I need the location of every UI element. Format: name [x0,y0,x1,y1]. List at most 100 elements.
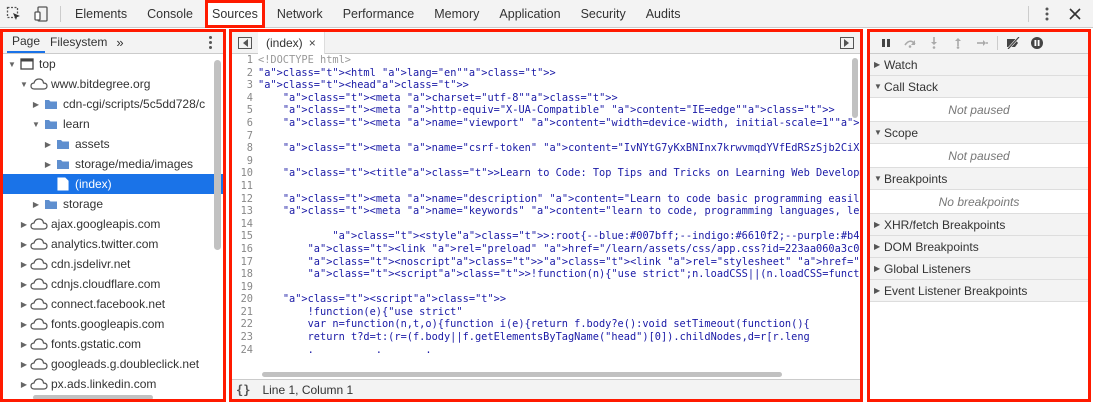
line-number[interactable]: 14 [232,218,258,231]
close-tab-icon[interactable]: × [309,36,316,50]
section-global-listeners[interactable]: ▶ Global Listeners [870,258,1088,280]
section-breakpoints[interactable]: ▼ Breakpoints [870,168,1088,190]
toggle-navigator-icon[interactable] [238,36,252,49]
line-number[interactable]: 24 [232,344,258,357]
deactivate-breakpoints-icon[interactable] [1001,32,1025,54]
tree-item[interactable]: ▶ cdnjs.cloudflare.com [3,274,223,294]
tree-item[interactable]: ▶ googleads.g.doubleclick.net [3,354,223,374]
line-number[interactable]: 19 [232,281,258,294]
line-number[interactable]: 9 [232,155,258,168]
collapsed-arrow-icon[interactable]: ▶ [19,260,29,269]
collapsed-arrow-icon[interactable]: ▶ [19,280,29,289]
tree-item[interactable]: ▶ fonts.googleapis.com [3,314,223,334]
navigator-menu-icon[interactable] [203,36,217,49]
tab-performance[interactable]: Performance [333,0,425,28]
pause-icon[interactable] [874,32,898,54]
tree-item[interactable]: ▶ assets [3,134,223,154]
section-watch[interactable]: ▶ Watch [870,54,1088,76]
line-number[interactable]: 1 [232,54,258,67]
tree-item[interactable]: ▼ top [3,54,223,74]
section-scope[interactable]: ▼ Scope [870,122,1088,144]
line-number[interactable]: 15 [232,230,258,243]
tree-item[interactable]: ▼ www.bitdegree.org [3,74,223,94]
collapsed-arrow-icon[interactable]: ▶ [19,220,29,229]
collapsed-arrow-icon[interactable]: ▶ [19,380,29,389]
expanded-arrow-icon[interactable]: ▼ [19,80,29,89]
line-number[interactable]: 18 [232,268,258,281]
line-number[interactable]: 2 [232,67,258,80]
tab-audits[interactable]: Audits [636,0,691,28]
line-number[interactable]: 8 [232,142,258,155]
line-number[interactable]: 20 [232,293,258,306]
collapsed-arrow-icon[interactable]: ▶ [19,300,29,309]
section-xhr-fetch-breakpoints[interactable]: ▶ XHR/fetch Breakpoints [870,214,1088,236]
line-number[interactable]: 23 [232,331,258,344]
tree-item[interactable]: ▶ ajax.googleapis.com [3,214,223,234]
tab-console[interactable]: Console [137,0,203,28]
line-number[interactable]: 22 [232,318,258,331]
more-tabs-button[interactable]: » [112,35,127,50]
expanded-arrow-icon[interactable]: ▼ [31,120,41,129]
code-view[interactable]: 1 <!DOCTYPE html> 2 "a">class="t"><html "a"… [232,54,860,379]
section-event-listener-breakpoints[interactable]: ▶ Event Listener Breakpoints [870,280,1088,302]
tree-item[interactable]: ▶ connect.facebook.net [3,294,223,314]
line-number[interactable]: 21 [232,306,258,319]
tree-horizontal-scrollbar[interactable] [33,395,153,399]
tree-item[interactable]: ▶ cdn-cgi/scripts/5c5dd728/c [3,94,223,114]
tree-item[interactable]: (index) [3,174,223,194]
step-icon[interactable] [970,32,994,54]
tree-item[interactable]: ▶ cdn.jsdelivr.net [3,254,223,274]
tab-filesystem[interactable]: Filesystem [45,33,112,52]
inspect-element-icon[interactable] [0,0,28,28]
collapsed-arrow-icon[interactable]: ▶ [43,140,53,149]
tab-elements[interactable]: Elements [65,0,137,28]
section-call-stack[interactable]: ▼ Call Stack [870,76,1088,98]
collapsed-arrow-icon[interactable]: ▶ [19,340,29,349]
line-number[interactable]: 12 [232,193,258,206]
tree-item[interactable]: ▶ px.ads.linkedin.com [3,374,223,394]
tree-item[interactable]: ▶ storage [3,194,223,214]
step-out-icon[interactable] [946,32,970,54]
tab-application[interactable]: Application [489,0,570,28]
collapsed-arrow-icon[interactable]: ▶ [31,200,41,209]
tree-item[interactable]: ▶ storage/media/images [3,154,223,174]
line-number[interactable]: 4 [232,92,258,105]
expanded-arrow-icon[interactable]: ▼ [7,60,17,69]
line-number[interactable]: 7 [232,130,258,143]
collapsed-arrow-icon[interactable]: ▶ [31,100,41,109]
more-options-icon[interactable] [1033,0,1061,28]
tab-security[interactable]: Security [571,0,636,28]
tab-memory[interactable]: Memory [424,0,489,28]
step-over-icon[interactable] [898,32,922,54]
line-number[interactable]: 6 [232,117,258,130]
line-number[interactable]: 11 [232,180,258,193]
pretty-print-button[interactable]: {} [236,383,250,397]
line-number[interactable]: 17 [232,256,258,269]
line-number[interactable]: 3 [232,79,258,92]
tree-item[interactable]: ▼ learn [3,114,223,134]
line-number[interactable]: 16 [232,243,258,256]
editor-tab-index[interactable]: (index) × [258,32,325,54]
line-number[interactable]: 10 [232,167,258,180]
collapsed-arrow-icon[interactable]: ▶ [19,360,29,369]
collapsed-arrow-icon[interactable]: ▶ [43,160,53,169]
code-vertical-scrollbar[interactable] [852,58,858,118]
toggle-debugger-icon[interactable] [840,36,854,49]
tab-page[interactable]: Page [7,32,46,53]
tab-network[interactable]: Network [267,0,333,28]
tree-vertical-scrollbar[interactable] [214,60,221,250]
step-into-icon[interactable] [922,32,946,54]
section-dom-breakpoints[interactable]: ▶ DOM Breakpoints [870,236,1088,258]
tab-sources[interactable]: Sources [204,0,265,28]
line-number[interactable]: 13 [232,205,258,218]
device-toolbar-icon[interactable] [28,0,56,28]
tree-item[interactable]: ▶ analytics.twitter.com [3,234,223,254]
syntax-token: "a" [282,142,302,155]
collapsed-arrow-icon[interactable]: ▶ [19,320,29,329]
code-horizontal-scrollbar[interactable] [262,372,782,377]
pause-on-exceptions-icon[interactable] [1025,32,1049,54]
close-devtools-icon[interactable] [1061,0,1089,28]
collapsed-arrow-icon[interactable]: ▶ [19,240,29,249]
line-number[interactable]: 5 [232,104,258,117]
tree-item[interactable]: ▶ fonts.gstatic.com [3,334,223,354]
